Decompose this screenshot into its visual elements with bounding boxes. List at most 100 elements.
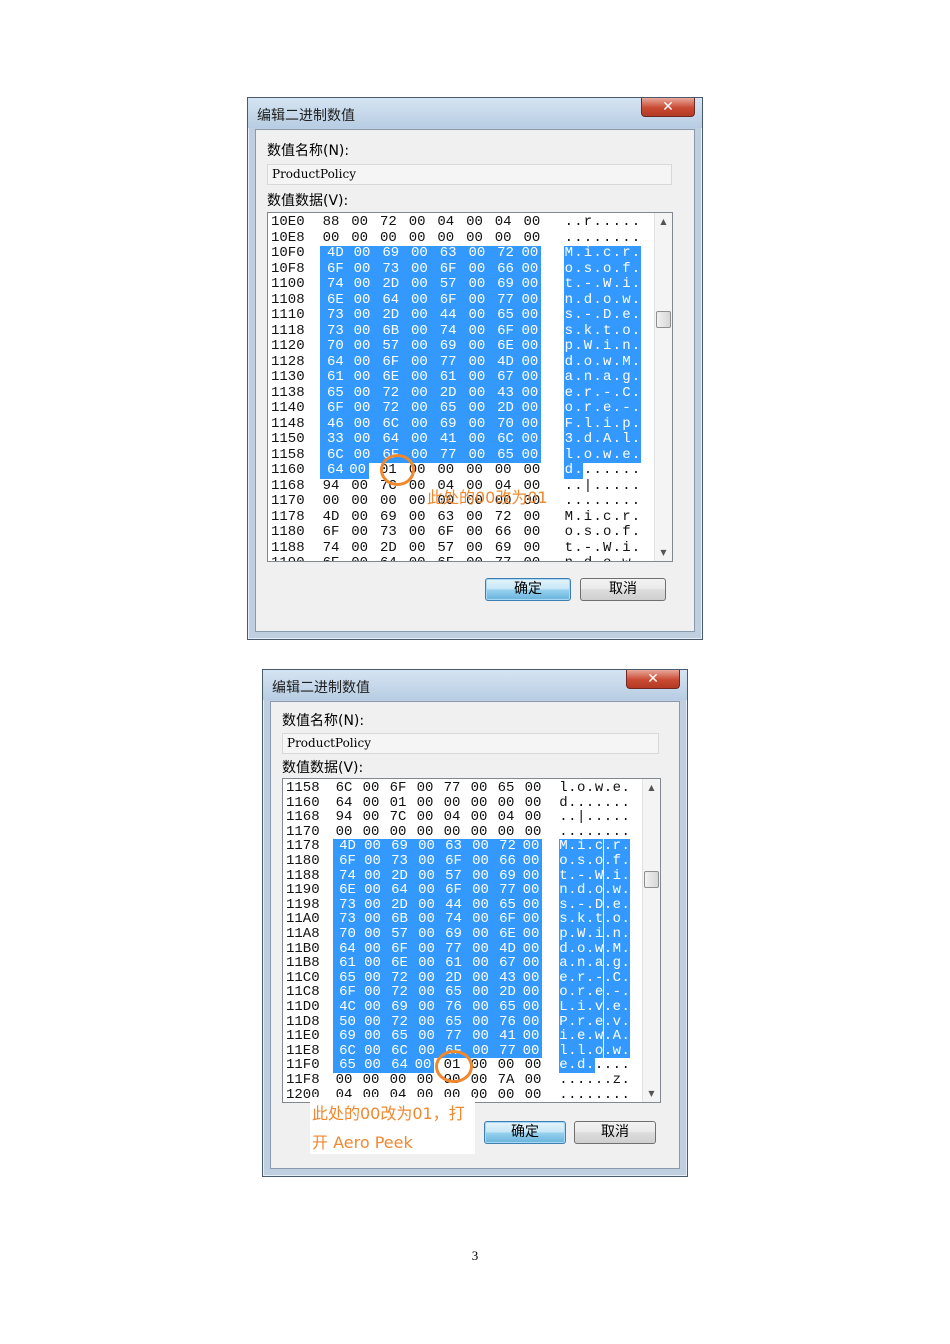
hex-byte[interactable]: 69 [490, 276, 521, 293]
hex-byte[interactable]: 72 [493, 839, 522, 854]
close-button[interactable]: ✕ [626, 670, 680, 689]
hex-byte[interactable]: 00 [358, 898, 387, 913]
hex-byte[interactable]: 00 [412, 971, 441, 986]
hex-byte[interactable]: 72 [492, 509, 514, 526]
hex-byte[interactable]: 00 [349, 230, 371, 247]
hex-byte[interactable]: 00 [466, 985, 495, 1000]
hex-byte[interactable]: 00 [522, 810, 544, 825]
hex-byte[interactable]: 00 [492, 230, 514, 247]
hex-byte[interactable]: 73 [375, 261, 407, 277]
hex-byte[interactable]: 00 [461, 276, 493, 293]
hex-byte[interactable]: 77 [493, 1044, 522, 1059]
hex-byte[interactable]: 69 [377, 509, 399, 526]
hex-byte[interactable]: 6C [490, 431, 521, 448]
hex-byte[interactable]: 00 [358, 854, 387, 869]
hex-byte[interactable]: 00 [412, 1044, 441, 1059]
hex-row[interactable]: 1180 6F 00 73 00 6F 00 66 00 o. s. o. f. [283, 854, 660, 869]
hex-byte[interactable]: 72 [385, 985, 414, 1000]
hex-byte[interactable]: 00 [404, 416, 435, 432]
hex-byte[interactable]: 00 [349, 555, 371, 561]
hex-byte[interactable]: 00 [466, 883, 495, 898]
hex-byte[interactable]: 00 [358, 1000, 387, 1015]
hex-byte[interactable]: 65 [493, 1000, 522, 1015]
hex-row[interactable]: 11C8 6F 00 72 00 65 00 2D 00 o. r. e. -. [283, 985, 660, 1000]
hex-byte[interactable]: 00 [404, 307, 435, 324]
hex-byte[interactable]: 00 [360, 825, 382, 840]
title-bar[interactable]: 编辑二进制数值 ✕ [263, 670, 687, 700]
hex-byte[interactable]: 00 [358, 868, 387, 884]
hex-byte[interactable]: 00 [346, 400, 378, 417]
hex-byte[interactable]: 41 [493, 1029, 522, 1044]
hex-row[interactable]: 11E8 6C 00 6C 00 6F 00 77 00 l. l. o. w. [283, 1044, 660, 1059]
hex-byte[interactable]: 00 [468, 795, 490, 811]
hex-byte[interactable]: 72 [490, 245, 521, 262]
hex-byte[interactable]: 77 [492, 555, 514, 561]
hex-row[interactable]: 11906E0064006F007700n.d.o.w. [268, 555, 648, 561]
hex-byte[interactable]: 64 [385, 1058, 414, 1073]
hex-byte[interactable]: 4D [490, 354, 521, 370]
value-name-field[interactable]: ProductPolicy [282, 733, 659, 754]
hex-byte[interactable]: 2D [375, 307, 407, 324]
hex-byte[interactable]: 00 [520, 839, 542, 854]
hex-byte[interactable]: 00 [466, 1044, 495, 1059]
hex-row[interactable]: 11F8 00 00 00 00 90 00 7A 00...... z. [283, 1073, 660, 1088]
hex-byte[interactable]: 00 [518, 307, 541, 324]
hex-byte[interactable]: 65 [439, 1014, 468, 1030]
hex-byte[interactable]: 66 [492, 524, 514, 541]
hex-byte[interactable]: 00 [466, 1029, 495, 1044]
hex-byte[interactable]: 00 [521, 214, 543, 231]
hex-row[interactable]: 11906E0064006F007700n.d.o.w. [283, 883, 660, 898]
hex-row[interactable]: 11D8 50 00 72 00 65 00 76 00 P. r. e. v. [283, 1014, 660, 1030]
hex-byte[interactable]: 00 [346, 307, 378, 324]
hex-byte[interactable]: 00 [520, 941, 542, 957]
hex-byte[interactable]: 00 [349, 214, 371, 231]
hex-row[interactable]: 1158 6C 00 6F 00 77 00 65 00 l. o. w. e. [268, 447, 648, 463]
hex-byte[interactable]: 67 [490, 369, 521, 386]
hex-byte[interactable]: 00 [461, 323, 493, 339]
hex-byte[interactable]: 44 [432, 307, 464, 324]
hex-byte[interactable]: 00 [518, 354, 541, 370]
hex-byte[interactable]: 00 [495, 825, 517, 840]
hex-byte[interactable]: 00 [466, 839, 495, 854]
hex-byte[interactable]: 64 [333, 795, 355, 811]
hex-byte[interactable]: 00 [464, 462, 486, 479]
hex-row[interactable]: 11B0 64 00 6F 00 77 00 4D 00 d. o. w. M. [283, 941, 660, 957]
hex-byte[interactable]: 00 [464, 524, 486, 541]
hex-byte[interactable]: 69 [432, 338, 464, 355]
hex-byte[interactable]: 00 [466, 956, 495, 971]
hex-byte[interactable]: 6F [375, 354, 407, 370]
hex-row[interactable]: 10F8 6F 00 73 00 6F 00 66 00 o. s. o. f. [268, 261, 648, 277]
hex-byte[interactable]: 65 [432, 400, 464, 417]
hex-byte[interactable]: 00 [412, 1000, 441, 1015]
hex-row[interactable]: 1100 74 00 2D 00 57 00 69 00 t. -. W. i. [268, 276, 648, 293]
hex-byte[interactable]: 00 [358, 971, 387, 986]
hex-byte[interactable]: 00 [518, 338, 541, 355]
hex-byte[interactable]: 00 [468, 825, 490, 840]
hex-byte[interactable]: 00 [320, 493, 342, 510]
hex-byte[interactable]: 74 [439, 912, 468, 927]
hex-byte[interactable]: 00 [466, 868, 495, 884]
hex-byte[interactable]: 00 [520, 985, 542, 1000]
hex-byte[interactable]: 77 [432, 354, 464, 370]
hex-row[interactable]: 1140 6F 00 72 00 65 00 2D 00 o. r. e. -. [268, 400, 648, 417]
hex-byte[interactable]: 69 [432, 416, 464, 432]
hex-byte[interactable]: 2D [385, 868, 414, 884]
hex-byte[interactable]: 00 [404, 369, 435, 386]
scroll-thumb[interactable] [656, 311, 671, 328]
hex-byte[interactable]: 00 [468, 810, 490, 825]
hex-byte[interactable]: 64 [375, 292, 407, 308]
title-bar[interactable]: 编辑二进制数值 ✕ [248, 98, 702, 128]
hex-byte[interactable]: 00 [518, 245, 541, 262]
hex-byte[interactable]: 57 [375, 338, 407, 355]
hex-byte[interactable]: 04 [492, 214, 514, 231]
hex-byte[interactable]: 00 [404, 276, 435, 293]
hex-byte[interactable]: 00 [518, 369, 541, 386]
hex-byte[interactable]: 65 [490, 307, 521, 324]
hex-byte[interactable]: 44 [439, 898, 468, 913]
hex-row[interactable]: 1158 6C 00 6F 00 77 00 65 00 l. o. w. e. [283, 781, 660, 796]
hex-byte[interactable]: 77 [439, 941, 468, 957]
hex-row[interactable]: 1180 6F 00 73 00 6F 00 66 00 o. s. o. f. [268, 524, 648, 541]
hex-byte[interactable]: 00 [358, 1044, 387, 1059]
hex-byte[interactable]: 72 [375, 400, 407, 417]
hex-byte[interactable]: 69 [493, 868, 522, 884]
